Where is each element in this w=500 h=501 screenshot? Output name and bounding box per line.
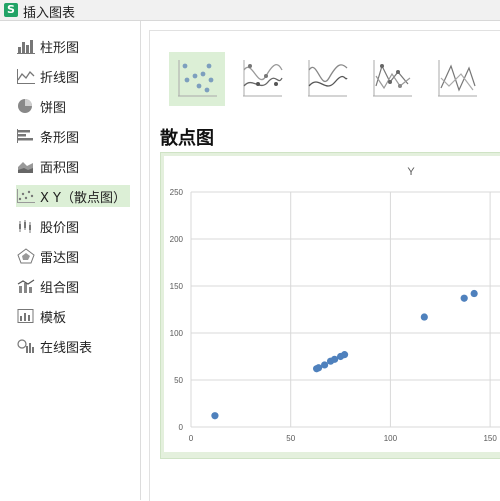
sidebar-item-area[interactable]: 面积图 (16, 155, 130, 177)
section-title: 散点图 (160, 128, 214, 149)
y-tick-label: 0 (179, 423, 184, 432)
window-title: 插入图表 (23, 6, 76, 21)
combo-chart-icon (17, 279, 35, 293)
x-tick-label: 50 (286, 434, 295, 443)
sidebar-item-label: 折线图 (40, 70, 80, 86)
straight-line-markers-icon (373, 60, 412, 97)
y-tick-label: 200 (170, 235, 184, 244)
sidebar-item-label: 柱形图 (40, 40, 80, 56)
title-bar: S 插入图表 (0, 0, 500, 21)
y-tick-label: 150 (170, 282, 184, 291)
subtype-straight-markers[interactable] (364, 52, 420, 106)
scatter-chart: Y 0 50 100 150 200 250 0 50 100 150 (170, 166, 500, 443)
sidebar-item-stock[interactable]: 股价图 (16, 215, 130, 237)
data-point (321, 361, 329, 369)
bar-chart-icon (17, 129, 33, 143)
x-tick-label: 100 (384, 434, 398, 443)
sidebar-item-label: 股价图 (40, 220, 80, 236)
subtype-smooth[interactable] (299, 52, 355, 106)
sidebar-item-pie[interactable]: 饼图 (16, 95, 130, 117)
smooth-line-icon (308, 60, 348, 97)
y-tick-label: 100 (170, 329, 184, 338)
line-chart-icon (17, 69, 35, 84)
subtype-smooth-markers[interactable] (234, 52, 290, 106)
data-point (340, 351, 349, 359)
sidebar-item-template[interactable]: 模板 (16, 305, 130, 327)
template-icon (17, 309, 34, 323)
x-tick-label: 0 (189, 434, 194, 443)
data-point (470, 289, 478, 298)
sidebar-item-label: 模板 (40, 310, 67, 326)
sidebar-item-label: 组合图 (40, 280, 80, 296)
radar-chart-icon (17, 248, 35, 264)
sidebar-item-label: X Y（散点图） (40, 190, 126, 206)
scatter-chart-icon (17, 189, 35, 203)
sidebar-item-label: 条形图 (40, 130, 80, 146)
chart-preview[interactable]: Y 0 50 100 150 200 250 0 50 100 150 (164, 156, 500, 452)
online-chart-icon (17, 339, 34, 353)
chart-title: Y (407, 166, 415, 178)
smooth-line-markers-icon (243, 60, 283, 97)
straight-line-icon (438, 60, 477, 97)
data-point (420, 313, 428, 321)
sidebar-item-column[interactable]: 柱形图 (16, 35, 130, 57)
data-point (211, 412, 219, 420)
stock-chart-icon (19, 220, 31, 233)
sidebar-item-label: 饼图 (40, 100, 67, 116)
sidebar-item-label: 雷达图 (40, 250, 80, 266)
sidebar-item-combo[interactable]: 组合图 (16, 275, 130, 297)
y-tick-label: 250 (170, 188, 184, 197)
y-tick-label: 50 (174, 376, 183, 385)
pie-chart-icon (18, 99, 32, 113)
sidebar-item-scatter[interactable]: X Y（散点图） (16, 185, 130, 207)
app-icon: S (4, 3, 18, 17)
x-tick-label: 150 (483, 434, 497, 443)
data-point (460, 294, 468, 302)
sidebar-item-radar[interactable]: 雷达图 (16, 245, 130, 267)
area-chart-icon (18, 162, 33, 173)
sidebar-item-bar[interactable]: 条形图 (16, 125, 130, 147)
sidebar-item-line[interactable]: 折线图 (16, 65, 130, 87)
subtype-straight[interactable] (429, 52, 485, 106)
sidebar-item-label: 面积图 (40, 160, 80, 176)
subtype-scatter[interactable] (169, 52, 225, 106)
column-chart-icon (17, 40, 35, 54)
sidebar-item-label: 在线图表 (40, 340, 93, 356)
sidebar-item-online[interactable]: 在线图表 (16, 335, 130, 357)
scatter-markers-icon (178, 60, 217, 97)
